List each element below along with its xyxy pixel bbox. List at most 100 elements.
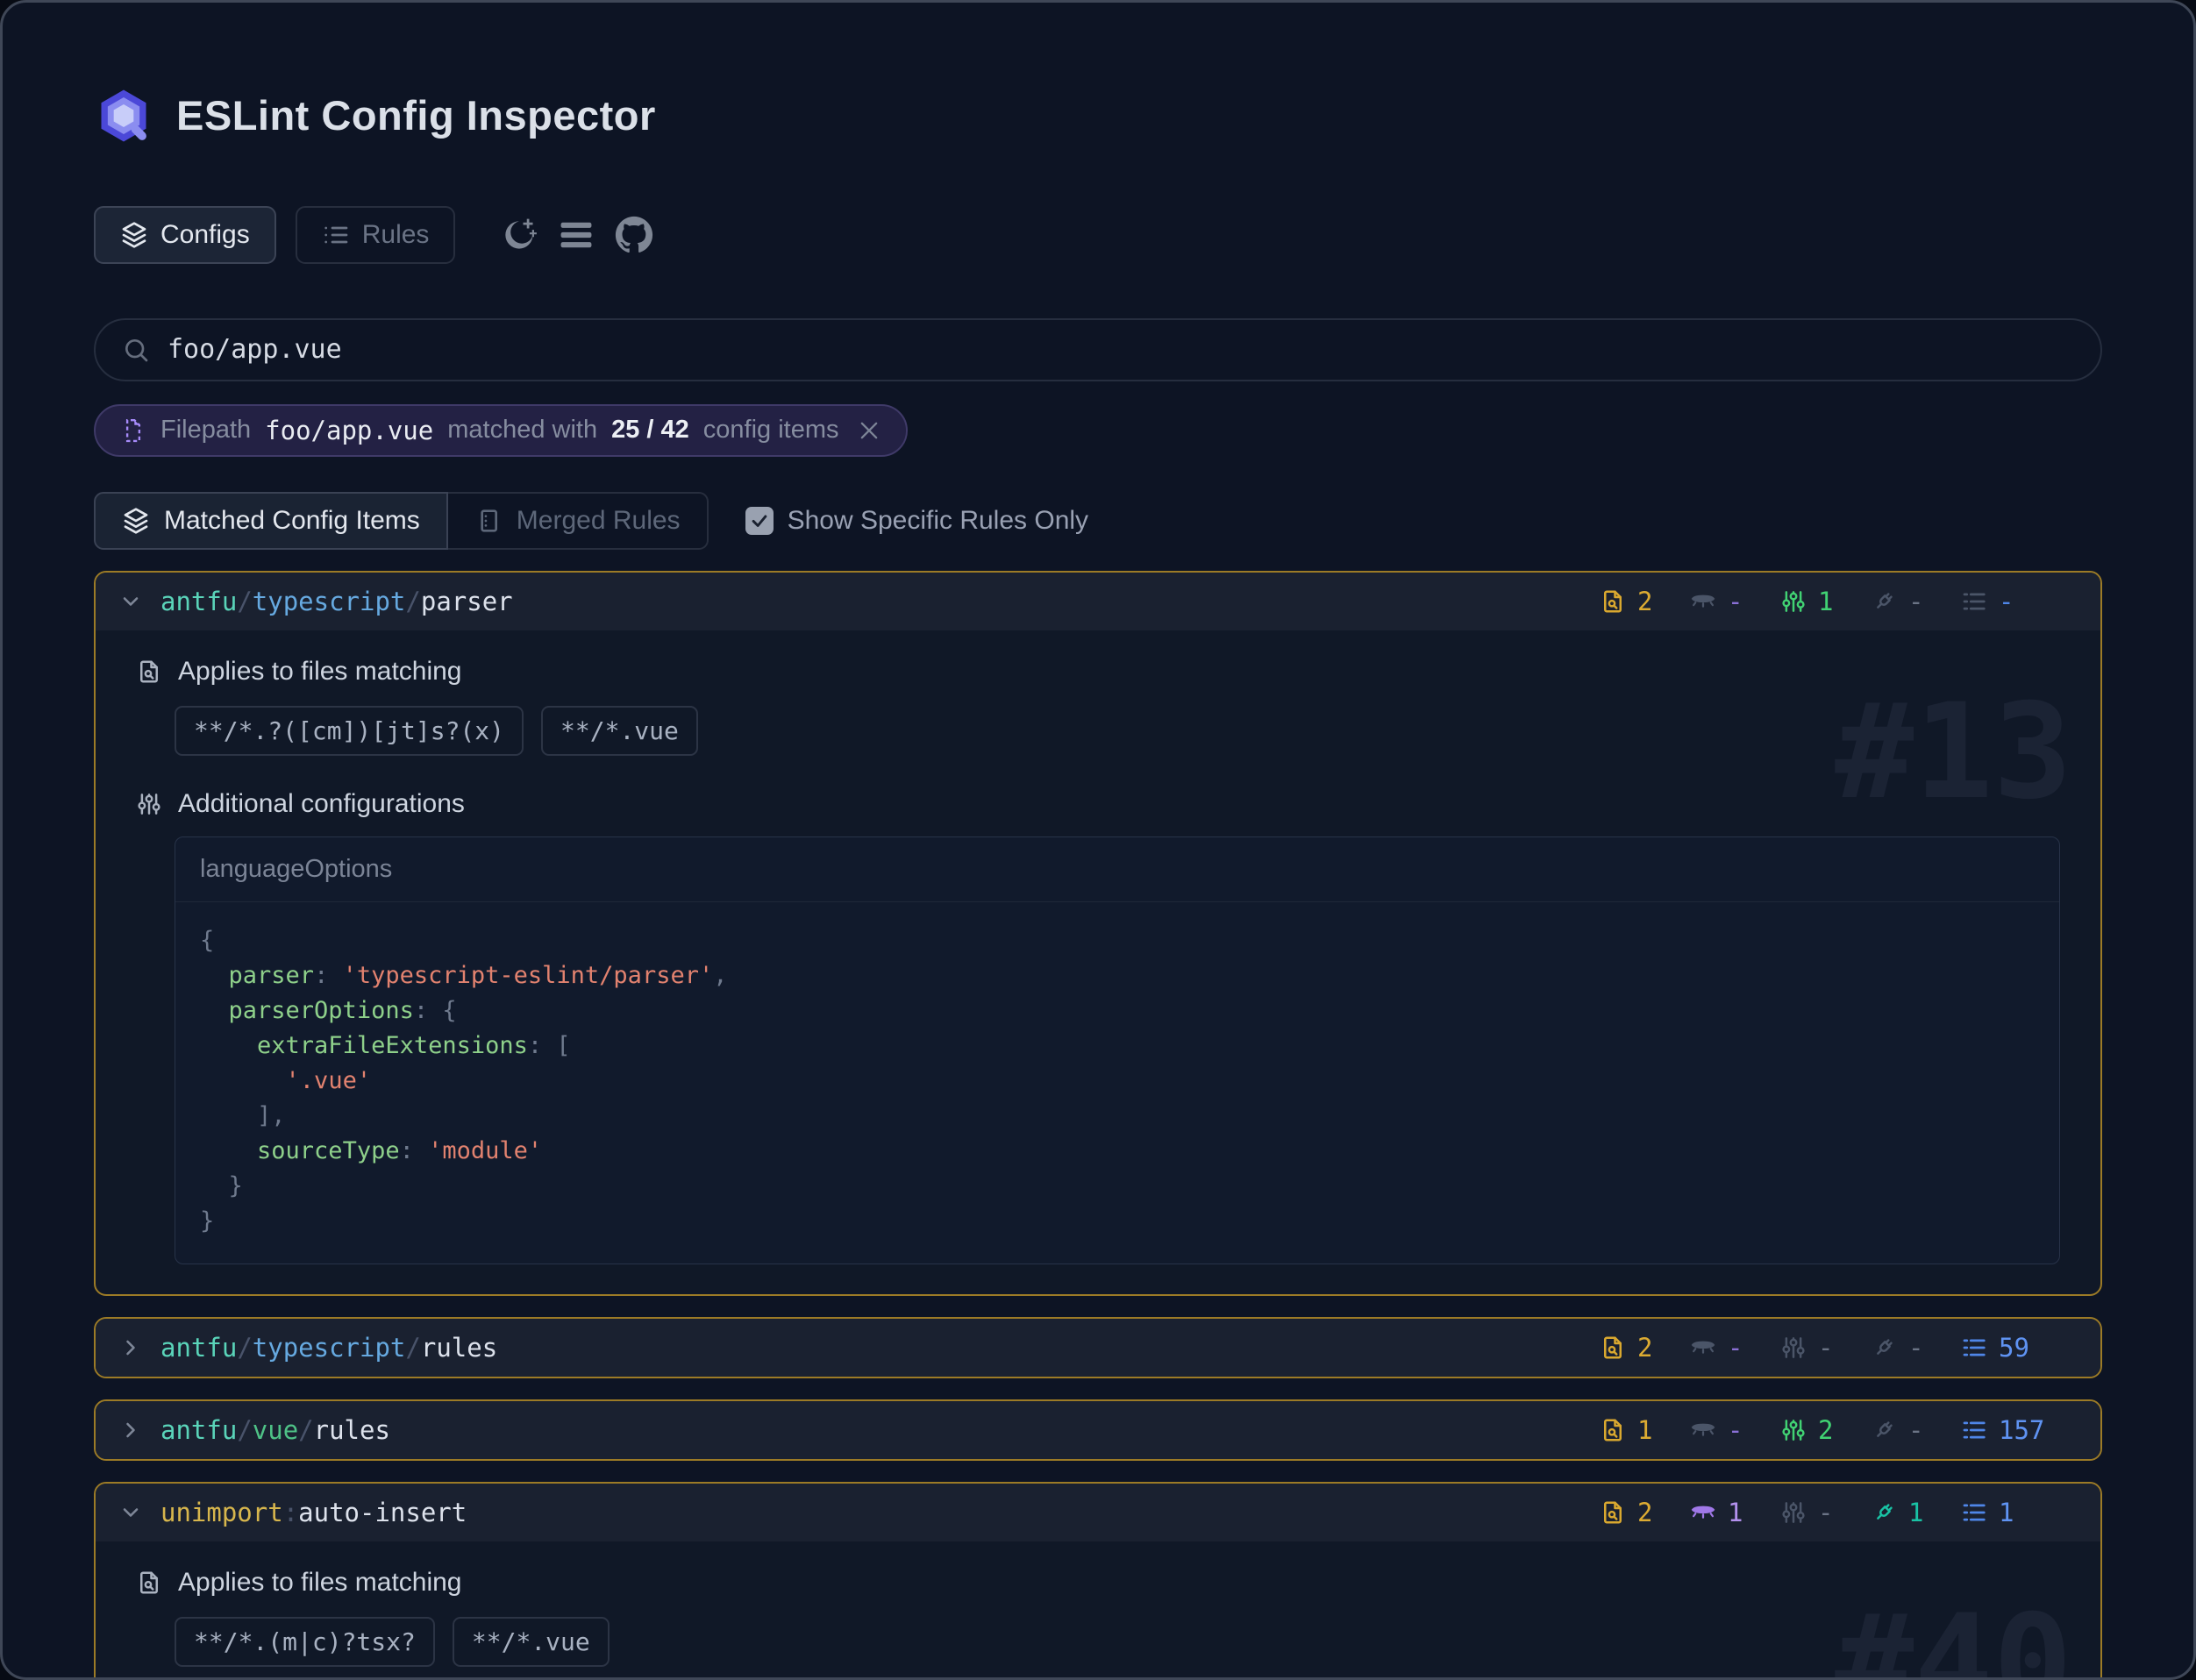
layers-icon [120, 221, 148, 249]
badge-file-search: 1 [1600, 1415, 1690, 1445]
badge-plug: - [1871, 1415, 1961, 1445]
badge-file-search-value: 2 [1637, 1498, 1652, 1527]
chip-close-icon[interactable] [857, 418, 881, 443]
badge-eye-closed: - [1690, 587, 1780, 616]
files-matching-label: Applies to files matching [136, 1568, 2060, 1598]
matched-config-items-button[interactable]: Matched Config Items [94, 492, 448, 550]
config-name-part: vue [253, 1415, 298, 1445]
view-toggle-row: Matched Config Items Merged Rules Show S… [94, 492, 2102, 550]
badge-file-search-value: 2 [1637, 1333, 1652, 1363]
badge-file-search: 2 [1600, 587, 1690, 616]
show-specific-rules-toggle[interactable]: Show Specific Rules Only [745, 506, 1088, 536]
chip-filepath-value: foo/app.vue [265, 416, 433, 445]
dark-mode-toggle-button[interactable] [499, 216, 538, 254]
menu-bars-icon [557, 244, 595, 257]
config-name-part: antfu [160, 1333, 237, 1363]
badge-sliders-value: 1 [1818, 587, 1833, 616]
glob-pill-row: **/*.(m|c)?tsx?**/*.vue [175, 1617, 2060, 1667]
tab-rules[interactable]: Rules [296, 206, 456, 264]
chip-suffix-text: config items [703, 416, 839, 445]
sliders-icon [1780, 588, 1807, 615]
files-matching-label-text: Applies to files matching [178, 657, 462, 687]
badge-list-value: - [1999, 587, 2014, 616]
eye-closed-icon [1690, 1499, 1716, 1526]
badge-plug: - [1871, 1333, 1961, 1363]
file-search-icon [136, 658, 162, 685]
panel-list-icon [474, 507, 503, 535]
config-name-part: / [405, 1333, 420, 1363]
config-name: antfu/typescript/parser [160, 587, 513, 616]
config-name-part: rules [314, 1415, 390, 1445]
plug-icon [1871, 588, 1897, 615]
config-name-part: : [283, 1498, 298, 1527]
badge-list: 1 [1961, 1498, 2051, 1527]
language-options-block: languageOptions{ parser: 'typescript-esl… [175, 836, 2060, 1264]
config-body: #13Applies to files matching**/*.?([cm])… [96, 630, 2100, 1294]
badge-list: - [1961, 587, 2051, 616]
badge-plug-value: - [1908, 1333, 1923, 1363]
config-item-13: #13antfu/typescript/parser2-1--#13Applie… [94, 571, 2102, 1296]
chevron-right-icon [118, 1418, 143, 1442]
tab-configs[interactable]: Configs [94, 206, 276, 264]
badge-sliders: 2 [1780, 1415, 1871, 1445]
filepath-filter-chip: Filepath foo/app.vue matched with 25 / 4… [94, 404, 908, 457]
badge-plug: - [1871, 587, 1961, 616]
config-name: antfu/vue/rules [160, 1415, 390, 1445]
badge-eye-closed-value: - [1728, 1333, 1743, 1363]
badge-list-value: 59 [1999, 1333, 2029, 1363]
badge-plug: 1 [1871, 1498, 1961, 1527]
eslint-inspector-logo-icon [94, 86, 153, 146]
search-icon [122, 336, 150, 364]
file-dashed-icon [120, 417, 146, 444]
config-name-part: / [237, 1415, 252, 1445]
file-search-icon [1600, 1335, 1626, 1361]
config-header-13[interactable]: antfu/typescript/parser 2 - 1 - - [96, 573, 2100, 630]
chevron-down-icon [118, 589, 143, 614]
code-content: { parser: 'typescript-eslint/parser', pa… [175, 902, 2059, 1264]
list-icon [1961, 1417, 1987, 1443]
config-item-22: #22antfu/vue/rules1-2-157 [94, 1399, 2102, 1461]
badge-sliders: - [1780, 1333, 1871, 1363]
badge-eye-closed: - [1690, 1415, 1780, 1445]
badge-file-search-value: 2 [1637, 587, 1652, 616]
config-item-40: #40unimport:auto-insert21-11#40Applies t… [94, 1482, 2102, 1680]
list-icon [1961, 1499, 1987, 1526]
menu-button[interactable] [557, 216, 595, 254]
files-matching-label: Applies to files matching [136, 657, 2060, 687]
glob-pattern-pill: **/*.vue [453, 1617, 610, 1667]
config-name-part: / [298, 1415, 313, 1445]
config-header-14[interactable]: antfu/typescript/rules2---59 [96, 1319, 2100, 1377]
badge-sliders-value: - [1818, 1333, 1833, 1363]
list-icon [322, 221, 350, 249]
eye-closed-icon [1690, 1335, 1716, 1361]
moon-stars-icon [499, 244, 538, 257]
glob-pattern-pill: **/*.vue [541, 706, 698, 756]
badge-file-search: 2 [1600, 1333, 1690, 1363]
app-header: ESLint Config Inspector [94, 64, 2102, 167]
search-input[interactable] [166, 333, 2074, 366]
badge-eye-closed-value: 1 [1728, 1498, 1743, 1527]
config-body: #40Applies to files matching**/*.(m|c)?t… [96, 1541, 2100, 1680]
config-name-part: rules [421, 1333, 497, 1363]
config-header-40[interactable]: unimport:auto-insert21-11 [96, 1484, 2100, 1541]
config-item-14: #14antfu/typescript/rules2---59 [94, 1317, 2102, 1378]
file-search-icon [1600, 1417, 1626, 1443]
github-link-button[interactable] [615, 216, 653, 254]
eye-closed-icon [1690, 1417, 1716, 1443]
config-header-22[interactable]: antfu/vue/rules1-2-157 [96, 1401, 2100, 1459]
badge-eye-closed: 1 [1690, 1498, 1780, 1527]
config-name-part: unimport [160, 1498, 283, 1527]
config-name-part: / [237, 1333, 252, 1363]
glob-pattern-pill: **/*.?([cm])[jt]s?(x) [175, 706, 524, 756]
additional-configurations-label: Additional configurations [136, 789, 2060, 819]
badge-list-value: 1 [1999, 1498, 2014, 1527]
badge-list: 157 [1961, 1415, 2051, 1445]
badge-list: 59 [1961, 1333, 2051, 1363]
config-name-part: typescript [253, 1333, 406, 1363]
badge-sliders-value: 2 [1818, 1415, 1833, 1445]
file-search-icon [136, 1570, 162, 1596]
config-name-part: typescript [253, 587, 406, 616]
badge-sliders-value: - [1818, 1498, 1833, 1527]
show-specific-rules-label: Show Specific Rules Only [788, 506, 1088, 536]
merged-rules-button[interactable]: Merged Rules [448, 492, 709, 550]
